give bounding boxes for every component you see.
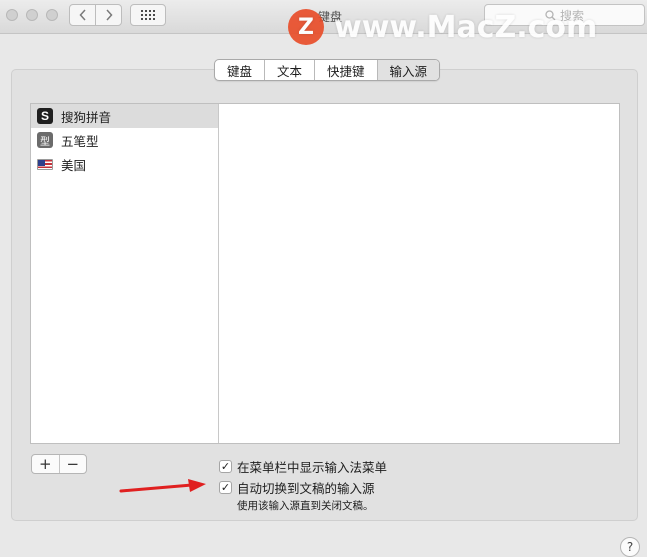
tab-text[interactable]: 文本	[264, 60, 314, 80]
input-source-label: 五笔型	[61, 133, 99, 149]
auto-switch-checkbox[interactable]: ✓	[219, 481, 232, 494]
watermark-logo-icon: Z	[288, 9, 324, 45]
input-source-list[interactable]: S 搜狗拼音 型 五笔型 美国	[31, 104, 219, 443]
input-source-wubi[interactable]: 型 五笔型	[31, 128, 218, 152]
watermark-text: www.MacZ.com	[334, 9, 598, 45]
add-input-source-button[interactable]: +	[32, 455, 59, 473]
zoom-window-button[interactable]	[46, 9, 58, 21]
annotation-arrow-icon	[119, 479, 206, 493]
input-source-label: 搜狗拼音	[61, 109, 112, 125]
minimize-window-button[interactable]	[26, 9, 38, 21]
input-sources-box: S 搜狗拼音 型 五笔型 美国	[30, 103, 620, 444]
tab-input-sources[interactable]: 输入源	[376, 60, 440, 80]
back-forward-control	[69, 4, 122, 26]
wubi-icon: 型	[37, 132, 53, 148]
show-menu-option[interactable]: ✓ 在菜单栏中显示输入法菜单	[219, 457, 387, 476]
auto-switch-note: 使用该输入源直到关闭文稿。	[237, 500, 374, 512]
help-button[interactable]: ?	[620, 537, 640, 557]
show-menu-label: 在菜单栏中显示输入法菜单	[237, 460, 388, 475]
input-source-label: 美国	[61, 157, 87, 173]
forward-button[interactable]	[95, 5, 121, 25]
back-button[interactable]	[70, 5, 95, 25]
show-all-button[interactable]	[130, 4, 166, 26]
grid-icon	[141, 10, 155, 20]
show-menu-checkbox[interactable]: ✓	[219, 460, 232, 473]
tab-shortcuts[interactable]: 快捷键	[314, 60, 377, 80]
title-bar: 键盘 搜索 Z www.MacZ.com	[0, 0, 647, 45]
remove-input-source-button[interactable]: −	[58, 455, 87, 473]
close-window-button[interactable]	[6, 9, 18, 21]
auto-switch-label: 自动切换到文稿的输入源	[237, 481, 375, 496]
us-flag-icon	[37, 158, 53, 170]
input-source-sogou[interactable]: S 搜狗拼音	[31, 104, 218, 128]
input-source-us[interactable]: 美国	[31, 152, 218, 176]
add-remove-control: + −	[31, 454, 87, 474]
tab-keyboard[interactable]: 键盘	[215, 60, 264, 80]
sogou-icon: S	[37, 108, 53, 124]
chevron-left-icon	[78, 9, 86, 21]
watermark: Z www.MacZ.com	[288, 9, 597, 45]
chevron-right-icon	[105, 9, 113, 21]
tab-bar: 键盘 文本 快捷键 输入源	[214, 59, 441, 81]
auto-switch-option[interactable]: ✓ 自动切换到文稿的输入源	[219, 478, 375, 497]
